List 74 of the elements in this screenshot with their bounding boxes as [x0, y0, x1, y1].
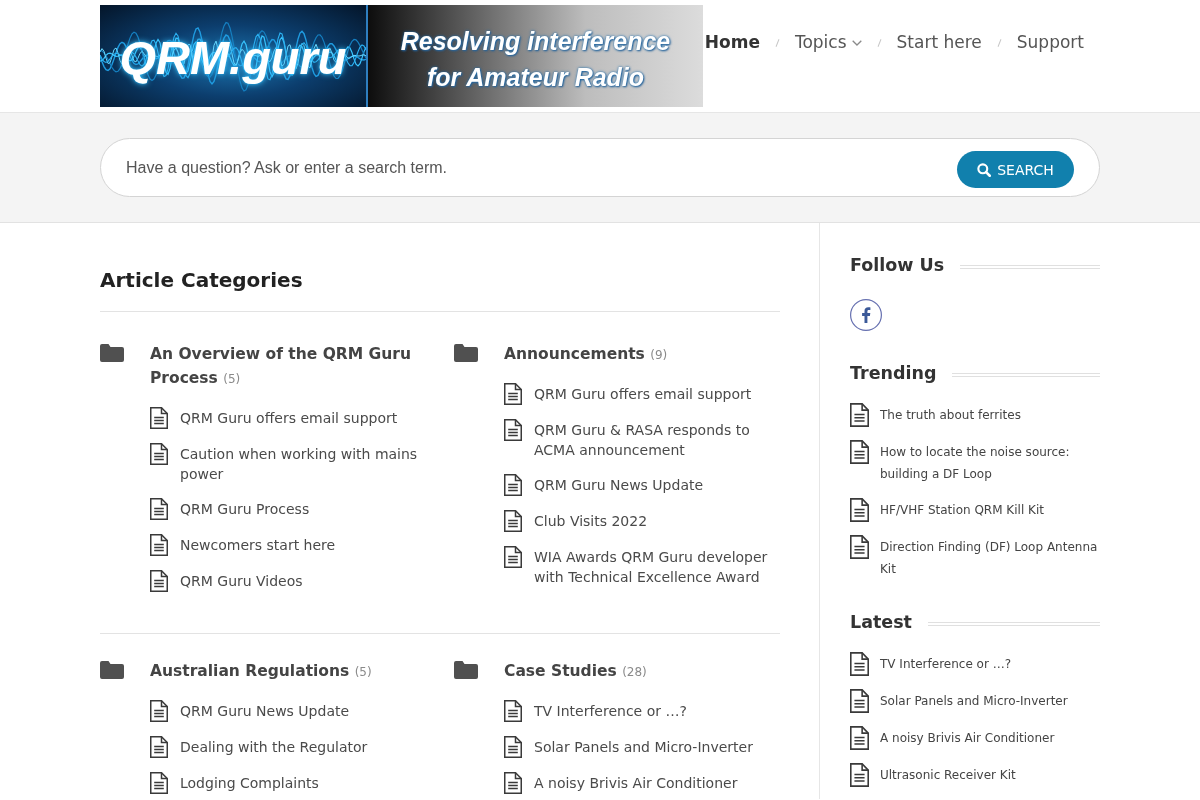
folder-icon — [454, 344, 478, 362]
document-icon — [850, 726, 869, 750]
category-link[interactable]: An Overview of the QRM Guru Process (5) — [150, 342, 430, 391]
document-icon — [504, 383, 522, 405]
article-count: (5) — [223, 372, 241, 386]
document-icon — [850, 763, 869, 787]
nav-link[interactable]: Topics — [794, 27, 862, 57]
document-icon — [150, 772, 168, 794]
article-link[interactable]: QRM Guru News Update — [534, 475, 704, 495]
article-link[interactable]: A noisy Brivis Air Conditioner — [880, 727, 1055, 749]
article-link[interactable]: A noisy Brivis Air Conditioner — [534, 773, 738, 793]
article-link[interactable]: QRM Guru offers email support — [534, 384, 752, 404]
article-link[interactable]: WIA Awards QRM Guru developer with Technical Excellence Award — [534, 547, 780, 587]
article-link[interactable]: The truth about ferrites — [880, 404, 1021, 426]
article-link[interactable]: Ultrasonic Receiver Kit — [880, 764, 1016, 786]
document-icon — [150, 498, 168, 520]
facebook-icon[interactable] — [850, 299, 882, 331]
category-link[interactable]: Case Studies (28) — [504, 659, 780, 684]
article-link[interactable]: How to locate the noise source: building a DF Loop — [880, 441, 1100, 485]
article-link[interactable]: Lodging Complaints — [180, 773, 319, 793]
article-link[interactable]: QRM Guru Videos — [180, 571, 303, 591]
document-icon — [850, 498, 869, 522]
document-icon — [850, 689, 869, 713]
article-link[interactable]: QRM Guru News Update — [180, 701, 350, 721]
category-link[interactable]: Announcements (9) — [504, 342, 780, 367]
document-icon — [150, 443, 168, 465]
section-heading: Latest — [850, 611, 912, 634]
article-link[interactable]: Caution when working with mains power — [180, 444, 430, 484]
article-link[interactable]: Club Visits 2022 — [534, 511, 648, 531]
document-icon — [150, 534, 168, 556]
document-icon — [504, 736, 522, 758]
article-link[interactable]: QRM Guru Process — [180, 499, 310, 519]
category-link[interactable]: Australian Regulations (5) — [150, 659, 430, 684]
search-icon — [977, 162, 992, 177]
document-icon — [504, 474, 522, 496]
article-link[interactable]: Dealing with the Regulator — [180, 737, 368, 757]
document-icon — [504, 419, 522, 441]
document-icon — [504, 772, 522, 794]
article-link[interactable]: TV Interference or …? — [880, 653, 1012, 675]
search-button[interactable]: SEARCH — [957, 151, 1074, 188]
document-icon — [850, 440, 869, 464]
article-count: (9) — [650, 348, 668, 362]
document-icon — [150, 407, 168, 429]
article-link[interactable]: Solar Panels and Micro-Inverter — [880, 690, 1068, 712]
logo-title: QRM.guru — [119, 31, 347, 85]
document-icon — [850, 535, 869, 559]
article-link[interactable]: TV Interference or …? — [534, 701, 687, 721]
article-count: (5) — [354, 665, 372, 679]
folder-icon — [100, 661, 124, 679]
page-heading: Article Categories — [100, 265, 780, 312]
article-link[interactable]: Newcomers start here — [180, 535, 336, 555]
document-icon — [504, 510, 522, 532]
article-count: (28) — [622, 665, 647, 679]
document-icon — [150, 700, 168, 722]
nav-link[interactable]: Home — [704, 27, 760, 57]
article-link[interactable]: Solar Panels and Micro-Inverter — [534, 737, 753, 757]
document-icon — [850, 403, 869, 427]
nav-link[interactable]: Start here — [896, 27, 982, 57]
logo-tagline: Resolving interference for Amateur Radio — [399, 26, 672, 93]
document-icon — [504, 546, 522, 568]
folder-icon — [454, 661, 478, 679]
folder-icon — [100, 344, 124, 362]
chevron-down-icon — [851, 40, 862, 46]
document-icon — [504, 700, 522, 722]
article-link[interactable]: HF/VHF Station QRM Kill Kit — [880, 499, 1044, 521]
article-link[interactable]: Direction Finding (DF) Loop Antenna Kit — [880, 536, 1100, 580]
article-link[interactable]: QRM Guru offers email support — [180, 408, 398, 428]
section-heading: Follow Us — [850, 254, 945, 277]
document-icon — [850, 652, 869, 676]
article-link[interactable]: QRM Guru & RASA responds to ACMA announcement — [534, 420, 780, 460]
section-heading: Trending — [850, 362, 937, 385]
document-icon — [150, 736, 168, 758]
document-icon — [150, 570, 168, 592]
nav-link[interactable]: Support — [1016, 27, 1084, 57]
